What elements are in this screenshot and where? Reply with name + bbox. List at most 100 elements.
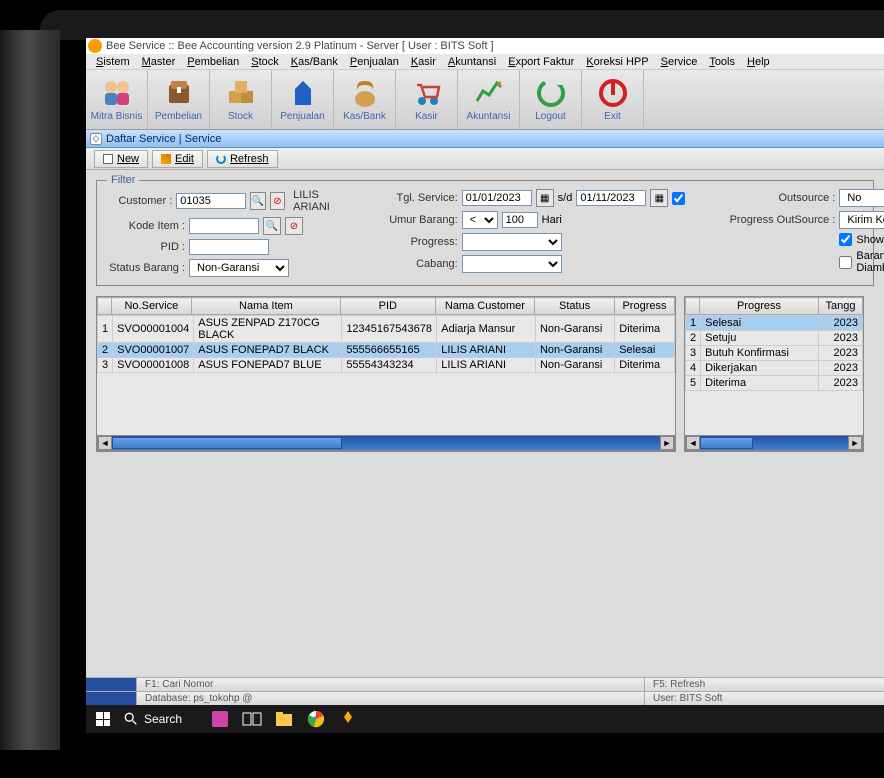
col-header[interactable]: Progress (614, 298, 674, 315)
explorer-icon[interactable] (274, 709, 294, 729)
app-icon (88, 39, 102, 53)
customer-code-input[interactable] (176, 193, 246, 209)
toolbar-kasir[interactable]: Kasir (396, 70, 458, 129)
toolbar-icon (349, 77, 381, 109)
menu-exportfaktur[interactable]: Export Faktur (502, 56, 580, 68)
app-icon-2[interactable] (338, 709, 358, 729)
table-row[interactable]: 2Setuju2023 (686, 331, 863, 346)
col-header[interactable]: Tangg (819, 298, 863, 315)
menu-penjualan[interactable]: Penjualan (344, 56, 405, 68)
menu-pembelian[interactable]: Pembelian (181, 56, 245, 68)
toolbar-logout[interactable]: Logout (520, 70, 582, 129)
start-button[interactable] (90, 707, 116, 731)
table-row[interactable]: 2SVO00001007ASUS FONEPAD7 BLACK555566655… (98, 343, 675, 358)
col-header[interactable]: Nama Customer (435, 298, 535, 315)
scroll-thumb[interactable] (700, 437, 753, 449)
task-view-icon[interactable] (242, 709, 262, 729)
table-row[interactable]: 1Selesai2023 (686, 316, 863, 331)
menu-stock[interactable]: Stock (245, 56, 285, 68)
menu-help[interactable]: Help (741, 56, 776, 68)
window-title: Bee Service :: Bee Accounting version 2.… (106, 40, 494, 52)
umur-label: Umur Barang: (388, 214, 458, 226)
toolbar-pembelian[interactable]: Pembelian (148, 70, 210, 129)
toolbar-exit[interactable]: Exit (582, 70, 644, 129)
f5-hint: F5: Refresh (644, 678, 884, 691)
toolbar-stock[interactable]: Stock (210, 70, 272, 129)
progress-outsource-select[interactable]: Kirim Konfirmasi (839, 211, 884, 229)
outsource-label: Outsource : (725, 192, 835, 204)
umur-unit: Hari (542, 214, 562, 226)
scroll-left-icon[interactable]: ◄ (686, 436, 700, 450)
table1-scrollbar[interactable]: ◄ ► (97, 435, 675, 451)
tgl-from-input[interactable] (462, 190, 532, 206)
calendar-to-icon[interactable]: ▦ (650, 189, 668, 207)
app-icon-1[interactable] (210, 709, 230, 729)
col-header[interactable]: Nama Item (191, 298, 340, 315)
toolbar-icon (287, 77, 319, 109)
filter-panel: Filter Customer : 🔍 ⊘ LILIS ARIANI Kode … (96, 180, 874, 286)
date-separator: s/d (558, 192, 573, 204)
toolbar-penjualan[interactable]: Penjualan (272, 70, 334, 129)
table-row[interactable]: 4Dikerjakan2023 (686, 361, 863, 376)
service-table: No.ServiceNama ItemPIDNama CustomerStatu… (96, 296, 676, 452)
menu-kasir[interactable]: Kasir (405, 56, 442, 68)
status-bar: Database: ps_tokohp @ User: BITS Soft (86, 691, 884, 705)
toolbar-icon (411, 77, 443, 109)
scroll-left-icon[interactable]: ◄ (98, 436, 112, 450)
refresh-button[interactable]: Refresh (207, 150, 278, 168)
table-row[interactable]: 5Diterima2023 (686, 376, 863, 391)
show-progress-label: Show Progress (856, 234, 884, 246)
col-header[interactable]: Progress (699, 298, 818, 315)
document-tab[interactable]: ◇ Daftar Service | Service (86, 130, 884, 148)
item-clear-icon[interactable]: ⊘ (285, 217, 303, 235)
menu-sistem[interactable]: Sistem (90, 56, 136, 68)
col-header[interactable]: PID (341, 298, 436, 315)
table-row[interactable]: 1SVO00001004ASUS ZENPAD Z170CG BLACK1234… (98, 316, 675, 343)
item-lookup-icon[interactable]: 🔍 (263, 217, 281, 235)
date-enable-checkbox[interactable] (672, 192, 685, 205)
customer-lookup-icon[interactable]: 🔍 (250, 192, 265, 210)
status-barang-select[interactable]: Non-Garansi (189, 259, 289, 277)
tgl-to-input[interactable] (576, 190, 646, 206)
action-bar: New Edit Refresh (86, 148, 884, 170)
scroll-thumb[interactable] (112, 437, 342, 449)
toolbar-mitrabisnis[interactable]: Mitra Bisnis (86, 70, 148, 129)
progress-select[interactable] (462, 233, 562, 251)
tab-close-icon[interactable]: ◇ (90, 133, 102, 145)
show-progress-checkbox[interactable] (839, 233, 852, 246)
new-button[interactable]: New (94, 150, 148, 168)
customer-clear-icon[interactable]: ⊘ (270, 192, 285, 210)
windows-taskbar: Search (86, 705, 884, 733)
kode-item-input[interactable] (189, 218, 259, 234)
scroll-right-icon[interactable]: ► (660, 436, 674, 450)
menu-tools[interactable]: Tools (703, 56, 741, 68)
chrome-icon[interactable] (306, 709, 326, 729)
toolbar-kasbank[interactable]: Kas/Bank (334, 70, 396, 129)
col-header[interactable]: Status (535, 298, 615, 315)
search-label: Search (144, 712, 182, 726)
table-row[interactable]: 3SVO00001008ASUS FONEPAD7 BLUE5555434323… (98, 358, 675, 373)
outsource-select[interactable]: No (839, 189, 884, 207)
menu-koreksihpp[interactable]: Koreksi HPP (580, 56, 654, 68)
taskbar-search[interactable]: Search (118, 707, 188, 731)
toolbar-akuntansi[interactable]: Akuntansi (458, 70, 520, 129)
menu-master[interactable]: Master (136, 56, 182, 68)
menu-service[interactable]: Service (655, 56, 704, 68)
edit-button[interactable]: Edit (152, 150, 203, 168)
barang-diambil-checkbox[interactable] (839, 256, 852, 269)
scroll-right-icon[interactable]: ► (848, 436, 862, 450)
calendar-from-icon[interactable]: ▦ (536, 189, 554, 207)
main-toolbar: Mitra BisnisPembelianStockPenjualanKas/B… (86, 70, 884, 130)
table-row[interactable]: 3Butuh Konfirmasi2023 (686, 346, 863, 361)
toolbar-icon (597, 77, 629, 109)
col-header[interactable]: No.Service (111, 298, 191, 315)
pid-input[interactable] (189, 239, 269, 255)
toolbar-icon (163, 77, 195, 109)
table2-scrollbar[interactable]: ◄ ► (685, 435, 863, 451)
progress-outsource-label: Progress OutSource : (725, 214, 835, 226)
cabang-select[interactable] (462, 255, 562, 273)
menu-akuntansi[interactable]: Akuntansi (442, 56, 502, 68)
umur-op-select[interactable]: < (462, 211, 498, 229)
menu-kasbank[interactable]: Kas/Bank (285, 56, 344, 68)
umur-val-input[interactable] (502, 212, 538, 228)
